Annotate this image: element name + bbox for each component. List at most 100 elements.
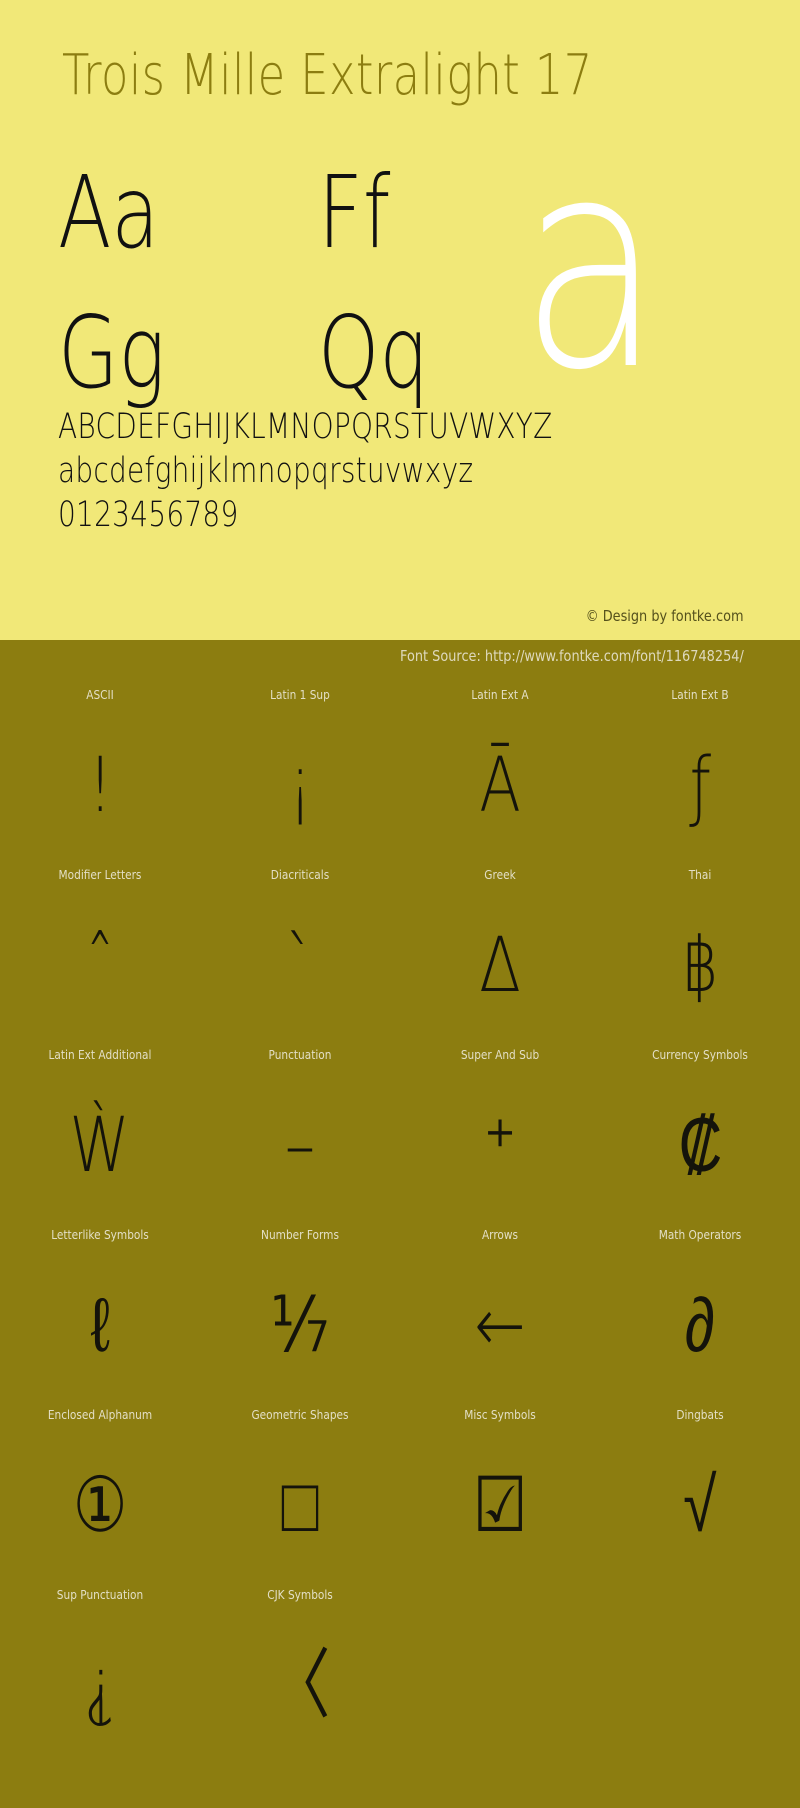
- block-label-misc-symbols: Misc Symbols: [464, 1408, 536, 1422]
- block-glyph-latin-1-sup: ¡: [200, 712, 400, 858]
- grid-row-labels: Latin Ext Additional Punctuation Super A…: [0, 1038, 800, 1072]
- block-glyph-currency-symbols: ₡: [600, 1072, 800, 1218]
- block-glyph-thai: ฿: [600, 892, 800, 1038]
- page-title: Trois Mille Extralight 17: [62, 43, 593, 108]
- glyph: ₡: [678, 1100, 722, 1189]
- block-glyph-latin-ext-b: ƒ: [600, 712, 800, 858]
- glyph: ⅐: [270, 1280, 330, 1369]
- block-label-latin-ext-b: Latin Ext B: [671, 688, 729, 702]
- block-label-arrows: Arrows: [481, 1228, 519, 1242]
- block-label-sup-punctuation: Sup Punctuation: [56, 1588, 144, 1602]
- specimen-hero-panel: Trois Mille Extralight 17 a Aa Ff Gg Qq …: [0, 0, 800, 640]
- alphabet-uppercase: ABCDEFGHIJKLMNOPQRSTUVWXYZ: [58, 407, 553, 447]
- font-specimen-page: Trois Mille Extralight 17 a Aa Ff Gg Qq …: [0, 0, 800, 1808]
- block-label-latin-ext-additional: Latin Ext Additional: [48, 1048, 152, 1062]
- glyph: ℓ: [90, 1280, 110, 1369]
- glyph: √: [683, 1460, 717, 1549]
- block-label-thai: Thai: [688, 868, 712, 882]
- glyph: Δ: [479, 920, 521, 1009]
- block-label-letterlike-symbols: Letterlike Symbols: [51, 1228, 149, 1242]
- grid-row: Sup Punctuation CJK Symbols ⸘ 〈: [0, 1578, 800, 1758]
- digits-line: 0123456789: [58, 495, 239, 535]
- grid-row-labels: Enclosed Alphanum Geometric Shapes Misc …: [0, 1398, 800, 1432]
- alphabet-block: ABCDEFGHIJKLMNOPQRSTUVWXYZ abcdefghijklm…: [58, 405, 758, 537]
- font-source-strip: Font Source: http://www.fontke.com/font/…: [0, 640, 800, 678]
- block-glyph-enclosed-alphanum: ①: [0, 1432, 200, 1578]
- grid-row: ASCII Latin 1 Sup Latin Ext A Latin Ext …: [0, 678, 800, 858]
- credit-text: © Design by fontke.com: [586, 607, 744, 625]
- grid-row-glyphs: Ẁ – ⁺ ₡: [0, 1072, 800, 1218]
- unicode-block-grid: ASCII Latin 1 Sup Latin Ext A Latin Ext …: [0, 678, 800, 1758]
- block-label-cjk-symbols: CJK Symbols: [267, 1588, 333, 1602]
- glyph: 〈: [269, 1640, 331, 1729]
- block-label-latin-1-sup: Latin 1 Sup: [270, 688, 330, 702]
- grid-row-glyphs: ℓ ⅐ ← ∂: [0, 1252, 800, 1398]
- glyph: ⁺: [483, 1100, 517, 1189]
- block-glyph-modifier-letters: ˆ: [0, 892, 200, 1038]
- block-glyph-empty-3: [400, 1612, 600, 1758]
- letter-pair-row: Aa Ff: [58, 150, 578, 290]
- block-label-latin-ext-a: Latin Ext A: [471, 688, 529, 702]
- grid-row: Latin Ext Additional Punctuation Super A…: [0, 1038, 800, 1218]
- grid-row: Modifier Letters Diacriticals Greek Thai…: [0, 858, 800, 1038]
- block-glyph-punctuation: –: [200, 1072, 400, 1218]
- glyph: ①: [72, 1460, 128, 1549]
- letter-pair-gg: Gg: [58, 294, 166, 411]
- glyph: ¡: [287, 740, 313, 829]
- grid-row-glyphs: ! ¡ Ā ƒ: [0, 712, 800, 858]
- glyph: ˆ: [84, 920, 116, 1009]
- block-glyph-empty-4: [600, 1612, 800, 1758]
- block-label-geometric-shapes: Geometric Shapes: [251, 1408, 349, 1422]
- glyph: ⸘: [83, 1640, 117, 1729]
- block-glyph-math-operators: ∂: [600, 1252, 800, 1398]
- block-glyph-dingbats: √: [600, 1432, 800, 1578]
- letter-pair-ff: Ff: [318, 154, 391, 271]
- block-label-ascii: ASCII: [86, 688, 114, 702]
- block-glyph-arrows: ←: [400, 1252, 600, 1398]
- block-glyph-latin-ext-a: Ā: [400, 712, 600, 858]
- glyph: ∂: [684, 1280, 716, 1369]
- block-glyph-misc-symbols: ☑: [400, 1432, 600, 1578]
- glyph: ƒ: [689, 740, 711, 829]
- block-label-math-operators: Math Operators: [658, 1228, 742, 1242]
- grid-row: Letterlike Symbols Number Forms Arrows M…: [0, 1218, 800, 1398]
- block-glyph-greek: Δ: [400, 892, 600, 1038]
- block-label-diacriticals: Diacriticals: [270, 868, 330, 882]
- block-glyph-diacriticals: ˋ: [200, 892, 400, 1038]
- grid-row-glyphs: ⸘ 〈: [0, 1612, 800, 1758]
- block-glyph-letterlike-symbols: ℓ: [0, 1252, 200, 1398]
- glyph: ฿: [680, 920, 720, 1009]
- block-glyph-cjk-symbols: 〈: [200, 1612, 400, 1758]
- block-glyph-ascii: !: [0, 712, 200, 858]
- glyph: –: [284, 1100, 316, 1189]
- glyph: □: [281, 1460, 319, 1549]
- glyph: Ẁ: [69, 1100, 131, 1189]
- block-glyph-number-forms: ⅐: [200, 1252, 400, 1398]
- block-label-modifier-letters: Modifier Letters: [58, 868, 142, 882]
- grid-row-labels: Letterlike Symbols Number Forms Arrows M…: [0, 1218, 800, 1252]
- block-label-punctuation: Punctuation: [268, 1048, 332, 1062]
- block-glyph-super-and-sub: ⁺: [400, 1072, 600, 1218]
- font-source-text: Font Source: http://www.fontke.com/font/…: [400, 647, 744, 665]
- block-label-dingbats: Dingbats: [676, 1408, 724, 1422]
- block-label-currency-symbols: Currency Symbols: [652, 1048, 748, 1062]
- grid-row-glyphs: ˆ ˋ Δ ฿: [0, 892, 800, 1038]
- glyph: ←: [474, 1280, 526, 1369]
- block-label-enclosed-alphanum: Enclosed Alphanum: [47, 1408, 153, 1422]
- letter-pair-aa: Aa: [58, 154, 160, 271]
- grid-row-labels: Modifier Letters Diacriticals Greek Thai: [0, 858, 800, 892]
- grid-row: Enclosed Alphanum Geometric Shapes Misc …: [0, 1398, 800, 1578]
- block-glyph-latin-ext-additional: Ẁ: [0, 1072, 200, 1218]
- glyph: Ā: [479, 740, 521, 829]
- letter-pair-qq: Qq: [318, 294, 429, 411]
- grid-row-labels: Sup Punctuation CJK Symbols: [0, 1578, 800, 1612]
- alphabet-lowercase: abcdefghijklmnopqrstuvwxyz: [58, 451, 474, 491]
- grid-row-glyphs: ① □ ☑ √: [0, 1432, 800, 1578]
- block-glyph-sup-punctuation: ⸘: [0, 1612, 200, 1758]
- block-label-number-forms: Number Forms: [261, 1228, 339, 1242]
- letter-pair-grid: Aa Ff Gg Qq: [58, 150, 578, 430]
- block-label-greek: Greek: [484, 868, 516, 882]
- block-label-super-and-sub: Super And Sub: [460, 1048, 540, 1062]
- grid-row-labels: ASCII Latin 1 Sup Latin Ext A Latin Ext …: [0, 678, 800, 712]
- block-glyph-geometric-shapes: □: [200, 1432, 400, 1578]
